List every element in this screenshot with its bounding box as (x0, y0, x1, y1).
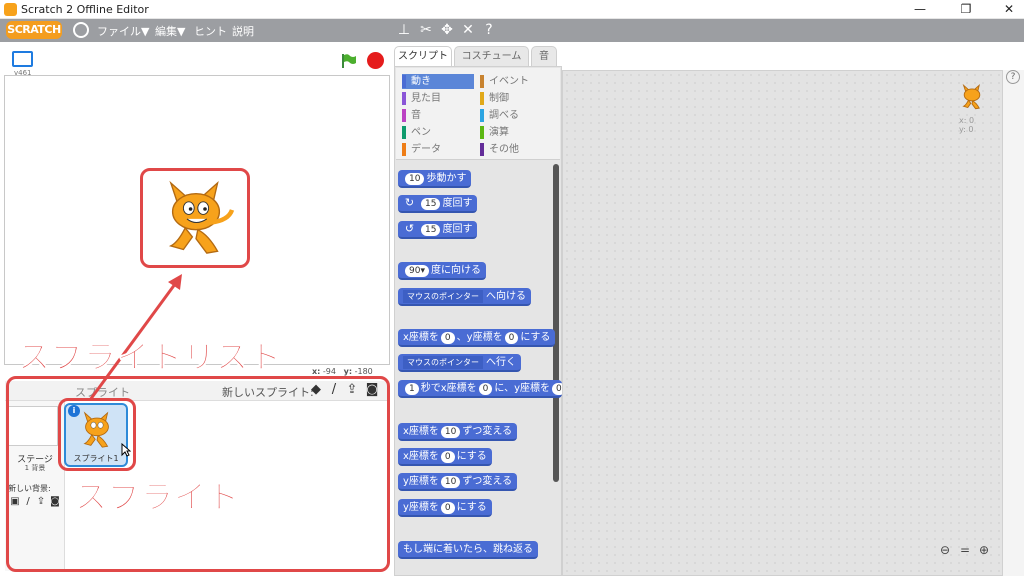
help-column (1003, 70, 1024, 576)
menu-about[interactable]: 説明 (232, 23, 254, 39)
category-data[interactable]: データ (402, 142, 474, 157)
block-set-y[interactable]: y座標を 0 にする (398, 499, 492, 517)
close-icon[interactable]: ✕ (994, 0, 1024, 19)
block-point-direction[interactable]: 90▾ 度に向ける (398, 262, 486, 280)
cat-sprite-icon[interactable] (151, 176, 241, 260)
block-change-x[interactable]: x座標を 10 ずつ変える (398, 423, 518, 441)
block-point-towards[interactable]: マウスのポインター へ向ける (398, 288, 531, 306)
grow-icon[interactable]: ✥ (438, 21, 456, 39)
scratch-logo[interactable]: SCRATCH (6, 21, 62, 39)
category-control[interactable]: 制御 (480, 91, 554, 106)
menu-bar: SCRATCH ファイル▼ 編集▼ ヒント 説明 ⊥ ✂ ✥ ✕ ? (0, 19, 1024, 42)
language-globe-icon[interactable] (73, 22, 89, 38)
tab-sounds[interactable]: 音 (531, 46, 557, 66)
category-more[interactable]: その他 (480, 142, 554, 157)
block-turn-right[interactable]: ↻ 15 度回す (398, 195, 478, 213)
block-set-x[interactable]: x座標を 0 にする (398, 448, 492, 466)
zoom-out-icon[interactable]: ⊖ (938, 543, 952, 557)
menu-edit[interactable]: 編集▼ (155, 23, 185, 39)
category-operators[interactable]: 演算 (480, 125, 554, 140)
block-turn-left[interactable]: ↺ 15 度回す (398, 221, 478, 239)
category-events[interactable]: イベント (480, 74, 554, 89)
block-glide[interactable]: 1 秒でx座標を 0 に、y座標を 0 (398, 380, 562, 398)
menu-tips[interactable]: ヒント (194, 23, 227, 39)
help-icon[interactable]: ? (480, 21, 498, 39)
window-title: Scratch 2 Offline Editor (21, 3, 149, 16)
fullscreen-icon[interactable] (12, 51, 33, 67)
category-sound[interactable]: 音 (402, 108, 474, 123)
sprite-list-annotation: スプライトリスト (17, 338, 283, 377)
scratch-app-icon (4, 3, 17, 16)
menu-file[interactable]: ファイル▼ (97, 23, 149, 39)
category-pen[interactable]: ペン (402, 125, 474, 140)
minimize-icon[interactable]: — (905, 0, 935, 19)
sprite-position-readout: x: 0 y: 0 (959, 116, 975, 134)
stop-icon[interactable] (367, 52, 384, 69)
category-sensing[interactable]: 調べる (480, 108, 554, 123)
category-motion[interactable]: 動き (402, 74, 474, 89)
restore-icon[interactable]: ❐ (951, 0, 981, 19)
rotate-right-icon: ↻ (404, 196, 415, 209)
shrink-icon[interactable]: ✕ (459, 21, 477, 39)
window-title-bar: Scratch 2 Offline Editor — ❐ ✕ (0, 0, 1024, 19)
block-categories: 動き イベント 見た目 制御 音 調べる ペン 演算 データ その他 (396, 68, 560, 160)
block-change-y[interactable]: y座標を 10 ずつ変える (398, 473, 518, 491)
zoom-in-icon[interactable]: ⊕ (977, 543, 991, 557)
tab-scripts[interactable]: スクリプト (394, 46, 452, 68)
green-flag-icon[interactable] (341, 53, 357, 69)
block-bounce[interactable]: もし端に着いたら、跳ね返る (398, 541, 538, 559)
script-area[interactable] (562, 70, 1003, 576)
palette-scrollbar[interactable] (553, 164, 559, 482)
zoom-reset-icon[interactable]: = (958, 543, 972, 557)
stage-header (0, 42, 391, 74)
block-move-steps[interactable]: 10 歩動かす (398, 170, 472, 188)
current-sprite-icon (962, 83, 981, 110)
rotate-left-icon: ↺ (404, 222, 415, 235)
stage-mouse-coords: x: -94 y: -180 (312, 367, 373, 376)
delete-icon[interactable]: ✂ (417, 21, 435, 39)
block-goto[interactable]: マウスのポインター へ行く (398, 354, 521, 372)
category-looks[interactable]: 見た目 (402, 91, 474, 106)
stage-sprite-highlight (140, 168, 250, 268)
tab-costumes[interactable]: コスチューム (454, 46, 529, 66)
help-question-icon[interactable]: ? (1006, 70, 1020, 84)
sprite-annotation: スプライト (74, 478, 241, 517)
duplicate-icon[interactable]: ⊥ (395, 21, 413, 39)
block-goto-xy[interactable]: x座標を 0 、y座標を 0 にする (398, 329, 556, 347)
